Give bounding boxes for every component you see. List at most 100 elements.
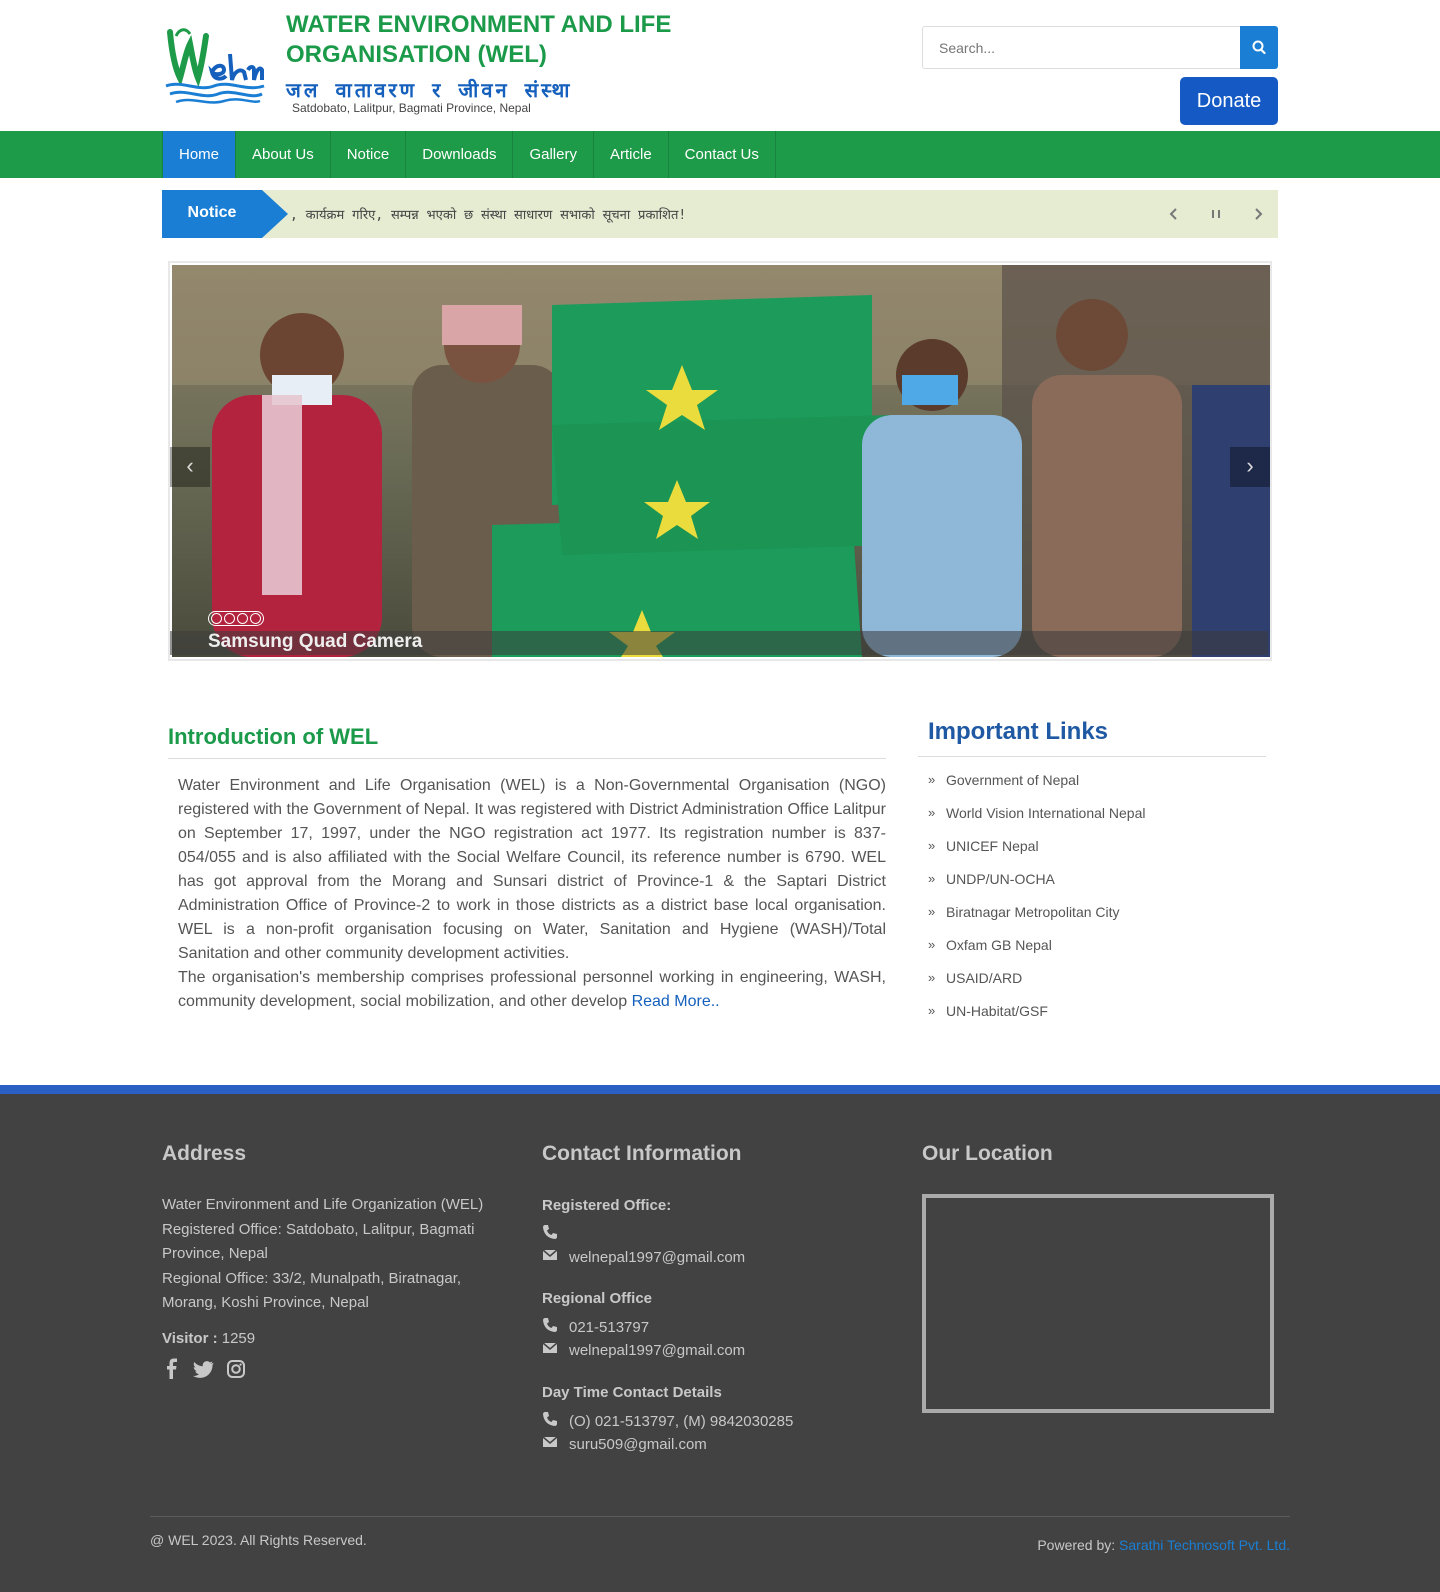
social-links [164, 1358, 246, 1380]
double-chevron-right-icon: » [928, 805, 936, 820]
chevron-right-icon [1255, 208, 1263, 220]
registered-phone-row [542, 1224, 569, 1244]
double-chevron-right-icon: » [928, 871, 936, 886]
search-button[interactable] [1240, 26, 1278, 69]
nav-contact-us[interactable]: Contact Us [667, 131, 776, 178]
daytime-contact-label: Day Time Contact Details [542, 1384, 722, 1401]
main-nav: Home About Us Notice Downloads Gallery A… [0, 131, 1440, 178]
envelope-icon [542, 1248, 569, 1266]
copyright-text: @ WEL 2023. All Rights Reserved. [150, 1532, 367, 1548]
slider-dot[interactable] [211, 613, 222, 624]
double-chevron-right-icon: » [928, 904, 936, 919]
important-links-list: » Government of Nepal » World Vision Inter… [928, 771, 1146, 1035]
instagram-icon[interactable] [226, 1358, 246, 1380]
link-biratnagar[interactable]: » Biratnagar Metropolitan City [928, 903, 1146, 936]
link-government-of-nepal[interactable]: » Government of Nepal [928, 771, 1146, 804]
search-input[interactable] [923, 27, 1241, 68]
regional-email-row: welnepal1997@gmail.com [542, 1341, 745, 1359]
slider-dot[interactable] [224, 613, 235, 624]
ticker-label-arrow [262, 190, 288, 238]
visitor-counter: Visitor : 1259 [162, 1327, 255, 1352]
notice-ticker: Notice , कार्यक्रम गरिए, सम्पन्न भएको छ … [162, 190, 1278, 238]
org-nepali-title: जल वातावरण र जीवन संस्था [286, 78, 573, 102]
regional-email[interactable]: welnepal1997@gmail.com [569, 1342, 745, 1359]
slider-dots [208, 611, 264, 626]
address-line-registered: Registered Office: Satdobato, Lalitpur, … [162, 1220, 475, 1263]
daytime-email-row: suru509@gmail.com [542, 1435, 707, 1453]
nav-about-us[interactable]: About Us [235, 131, 330, 178]
slider-dot[interactable] [237, 613, 248, 624]
intro-body: Water Environment and Life Organisation … [178, 774, 886, 1014]
link-un-habitat[interactable]: » UN-Habitat/GSF [928, 1002, 1146, 1035]
registered-email-row: welnepal1997@gmail.com [542, 1248, 745, 1266]
intro-paragraph-2: The organisation's membership comprises … [178, 966, 886, 1014]
ticker-prev-button[interactable] [1162, 202, 1186, 226]
slider-prev-button[interactable]: ‹ [170, 447, 210, 487]
envelope-icon [542, 1435, 569, 1453]
wel-logo[interactable] [162, 24, 268, 106]
phone-icon [542, 1224, 569, 1244]
image-slider: ‹ › Samsung Quad Camera [168, 261, 1272, 661]
slide-photo [172, 265, 1270, 657]
footer-address-title: Address [162, 1142, 247, 1165]
footer-contact-title: Contact Information [542, 1142, 742, 1165]
facebook-icon[interactable] [164, 1358, 180, 1380]
intro-paragraph-1: Water Environment and Life Organisation … [178, 777, 886, 962]
slider-dot[interactable] [250, 613, 261, 624]
link-world-vision[interactable]: » World Vision International Nepal [928, 804, 1146, 837]
address-line-org: Water Environment and Life Organization … [162, 1196, 484, 1213]
regional-office-label: Regional Office [542, 1290, 653, 1307]
nav-notice[interactable]: Notice [329, 131, 406, 178]
important-links-title: Important Links [928, 718, 1109, 745]
link-unicef[interactable]: » UNICEF Nepal [928, 837, 1146, 870]
twitter-icon[interactable] [192, 1358, 214, 1380]
nav-gallery[interactable]: Gallery [512, 131, 593, 178]
intro-title: Introduction of WEL [168, 724, 379, 749]
link-undp[interactable]: » UNDP/UN-OCHA [928, 870, 1146, 903]
ticker-pause-button[interactable] [1204, 202, 1228, 226]
nav-downloads[interactable]: Downloads [405, 131, 512, 178]
link-usaid[interactable]: » USAID/ARD [928, 969, 1146, 1002]
double-chevron-right-icon: » [928, 937, 936, 952]
double-chevron-right-icon: » [928, 772, 936, 787]
powered-by: Powered by: Sarathi Technosoft Pvt. Ltd. [1037, 1537, 1290, 1553]
link-oxfam[interactable]: » Oxfam GB Nepal [928, 936, 1146, 969]
daytime-phone: (O) 021-513797, (M) 9842030285 [569, 1412, 794, 1430]
org-address: Satdobato, Lalitpur, Bagmati Province, N… [292, 101, 531, 115]
double-chevron-right-icon: » [928, 838, 936, 853]
footer-address-block: Water Environment and Life Organization … [162, 1193, 518, 1316]
double-chevron-right-icon: » [928, 970, 936, 985]
footer-divider [150, 1516, 1290, 1517]
daytime-phone-row: (O) 021-513797, (M) 9842030285 [542, 1411, 793, 1431]
envelope-icon [542, 1341, 569, 1359]
powered-by-link[interactable]: Sarathi Technosoft Pvt. Ltd. [1119, 1537, 1290, 1553]
footer-band [0, 1085, 1440, 1094]
visitor-count: 1259 [221, 1330, 256, 1347]
slide-caption: Samsung Quad Camera [208, 631, 423, 652]
important-links-divider [918, 756, 1266, 757]
search-box [922, 26, 1278, 69]
nav-home[interactable]: Home [162, 131, 236, 178]
registered-office-label: Registered Office: [542, 1197, 672, 1214]
address-line-regional: Regional Office: 33/2, Munalpath, Biratn… [162, 1269, 462, 1312]
site-header: WATER ENVIRONMENT AND LIFE ORGANISATION … [0, 0, 1440, 131]
ticker-next-button[interactable] [1246, 202, 1270, 226]
intro-paragraph-2-text: The organisation's membership comprises … [178, 969, 886, 1010]
read-more-link[interactable]: Read More.. [632, 993, 720, 1010]
location-map[interactable] [922, 1194, 1274, 1413]
slider-next-button[interactable]: › [1230, 447, 1270, 487]
phone-icon [542, 1411, 569, 1431]
daytime-email[interactable]: suru509@gmail.com [569, 1436, 707, 1453]
registered-email[interactable]: welnepal1997@gmail.com [569, 1249, 745, 1266]
search-icon [1252, 40, 1266, 55]
donate-button[interactable]: Donate [1180, 77, 1278, 125]
nav-article[interactable]: Article [592, 131, 668, 178]
chevron-left-icon [1169, 208, 1177, 220]
pause-icon [1212, 210, 1220, 218]
powered-by-label: Powered by: [1037, 1537, 1116, 1553]
double-chevron-right-icon: » [928, 1003, 936, 1018]
visitor-label: Visitor : [162, 1330, 218, 1347]
intro-divider [168, 758, 886, 759]
org-title: WATER ENVIRONMENT AND LIFE ORGANISATION … [286, 11, 672, 68]
ticker-text[interactable]: , कार्यक्रम गरिए, सम्पन्न भएको छ संस्था … [290, 205, 686, 223]
